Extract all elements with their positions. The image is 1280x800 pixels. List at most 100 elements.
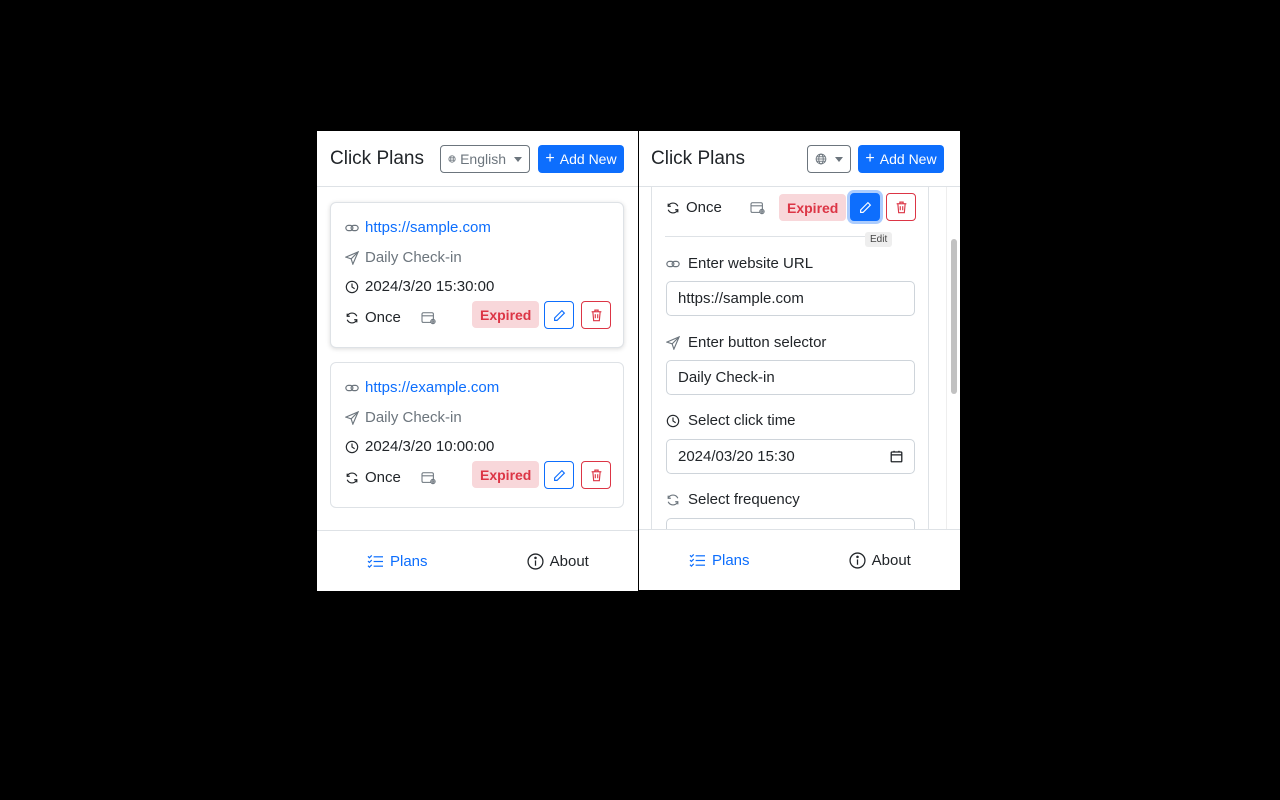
plan-time-row: 2024/3/20 10:00:00 xyxy=(345,438,494,455)
popup-edit-view: Click Plans + Add New Once Expired Edit … xyxy=(639,131,960,590)
nav-plans[interactable]: Plans xyxy=(639,530,800,590)
plan-url-link[interactable]: https://example.com xyxy=(365,379,499,396)
time-label-text: Select click time xyxy=(688,412,796,429)
frequency-label: Select frequency xyxy=(666,491,800,508)
plan-selector-row: Daily Check-in xyxy=(345,409,462,426)
selector-label-text: Enter button selector xyxy=(688,334,827,351)
edit-button[interactable] xyxy=(544,301,574,329)
plan-time: 2024/3/20 10:00:00 xyxy=(365,438,495,455)
globe-icon xyxy=(448,155,456,163)
plan-frequency: Once xyxy=(686,199,722,216)
add-new-button[interactable]: + Add New xyxy=(858,145,944,173)
app-title: Click Plans xyxy=(330,148,424,169)
repeat-icon xyxy=(346,472,358,483)
language-select[interactable]: English xyxy=(440,145,530,173)
time-label: Select click time xyxy=(666,412,796,429)
plan-url-row: https://sample.com xyxy=(345,219,491,236)
send-icon xyxy=(345,410,359,425)
edit-button[interactable] xyxy=(544,461,574,489)
calendar-settings-icon xyxy=(421,471,436,484)
clock-icon xyxy=(345,440,359,453)
status-badge: Expired xyxy=(779,194,847,221)
trash-icon xyxy=(896,201,906,214)
divider xyxy=(665,236,887,237)
globe-icon xyxy=(815,153,827,165)
plan-meta-row: Once xyxy=(666,199,766,216)
selector-input-value: Daily Check-in xyxy=(678,369,775,386)
nav-about-label: About xyxy=(549,552,589,570)
plan-selector: Daily Check-in xyxy=(365,409,462,426)
send-icon xyxy=(345,250,359,265)
caret-down-icon xyxy=(835,156,843,162)
time-input[interactable]: 2024/03/20 15:30 xyxy=(666,439,915,474)
trash-icon xyxy=(591,469,601,482)
plan-url-row: https://example.com xyxy=(345,379,499,396)
clock-icon xyxy=(345,280,359,293)
plan-card: https://sample.com Daily Check-in 2024/3… xyxy=(330,202,624,348)
plan-frequency: Once xyxy=(365,309,401,326)
add-new-button[interactable]: + Add New xyxy=(538,145,624,173)
url-input-value: https://sample.com xyxy=(678,290,804,307)
url-label-text: Enter website URL xyxy=(688,255,814,272)
nav-plans-label: Plans xyxy=(389,552,428,570)
link-icon xyxy=(345,224,359,231)
add-new-label: Add New xyxy=(559,151,617,167)
url-input[interactable]: https://sample.com xyxy=(666,281,915,316)
bottom-nav: Plans About xyxy=(317,530,638,591)
scrollbar[interactable] xyxy=(946,187,960,529)
add-new-label: Add New xyxy=(879,151,937,167)
header: Click Plans + Add New xyxy=(639,131,960,187)
plus-icon: + xyxy=(865,150,875,167)
popup-list-view: Click Plans English + Add New https://sa… xyxy=(317,131,638,591)
pencil-icon xyxy=(553,309,565,321)
calendar-settings-icon xyxy=(421,311,436,324)
edit-button[interactable] xyxy=(850,193,880,221)
clock-icon xyxy=(666,414,680,427)
pencil-icon xyxy=(553,469,565,481)
calendar-settings-icon xyxy=(750,201,765,214)
trash-icon xyxy=(591,309,601,322)
calendar-icon[interactable] xyxy=(890,450,903,463)
nav-about[interactable]: About xyxy=(800,530,961,590)
selector-input[interactable]: Daily Check-in xyxy=(666,360,915,395)
nav-plans[interactable]: Plans xyxy=(317,531,478,591)
status-badge: Expired xyxy=(472,301,540,328)
repeat-icon xyxy=(346,312,358,323)
send-icon xyxy=(666,335,680,350)
plan-meta-row: Once Expired xyxy=(345,461,611,489)
header: Click Plans English + Add New xyxy=(317,131,638,187)
language-select[interactable] xyxy=(807,145,851,173)
plan-selector: Daily Check-in xyxy=(365,249,462,266)
selector-label: Enter button selector xyxy=(666,334,826,351)
bottom-nav: Plans About xyxy=(639,529,960,590)
link-icon xyxy=(666,260,680,267)
plan-time: 2024/3/20 15:30:00 xyxy=(365,278,495,295)
edit-tooltip: Edit xyxy=(865,232,893,247)
plan-selector-row: Daily Check-in xyxy=(345,249,462,266)
delete-button[interactable] xyxy=(581,461,611,489)
list-check-icon xyxy=(367,554,383,568)
plus-icon: + xyxy=(545,150,555,167)
app-title: Click Plans xyxy=(651,148,745,169)
info-icon xyxy=(527,552,544,570)
url-label: Enter website URL xyxy=(666,255,813,272)
list-check-icon xyxy=(689,553,705,567)
status-badge: Expired xyxy=(472,461,540,488)
nav-about[interactable]: About xyxy=(478,531,639,591)
scrollbar-thumb[interactable] xyxy=(951,239,957,394)
nav-about-label: About xyxy=(871,551,911,569)
info-icon xyxy=(849,551,866,569)
language-value: English xyxy=(460,151,506,167)
plan-frequency: Once xyxy=(365,469,401,486)
repeat-icon xyxy=(667,494,679,505)
plan-card: https://example.com Daily Check-in 2024/… xyxy=(330,362,624,508)
frequency-label-text: Select frequency xyxy=(688,491,800,508)
plan-url-link[interactable]: https://sample.com xyxy=(365,219,491,236)
pencil-icon xyxy=(859,201,871,213)
caret-down-icon xyxy=(514,156,522,162)
time-input-value: 2024/03/20 15:30 xyxy=(678,448,795,465)
delete-button[interactable] xyxy=(581,301,611,329)
plan-meta-row: Once Expired xyxy=(345,301,611,329)
nav-plans-label: Plans xyxy=(711,551,750,569)
delete-button[interactable] xyxy=(886,193,916,221)
